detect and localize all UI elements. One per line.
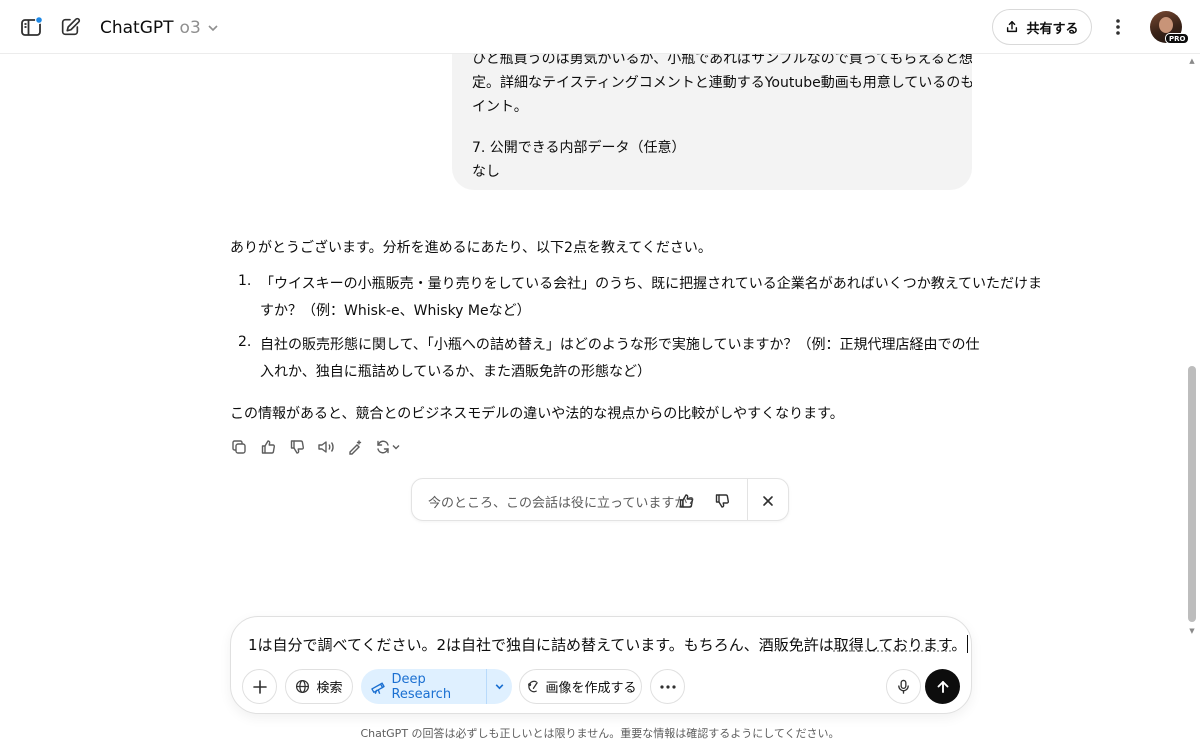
- chevron-down-icon: [208, 25, 218, 32]
- deep-research-label: Deep Research: [391, 671, 452, 702]
- microphone-icon: [898, 679, 909, 694]
- read-aloud-button[interactable]: [317, 437, 335, 457]
- scrollbar-thumb[interactable]: [1188, 366, 1196, 622]
- user-message-bubble: ひと瓶買うのは勇気がいるが、小瓶であればサンプルなので買ってもらえると想 定。詳…: [452, 30, 972, 190]
- list-item-line: すか？（例：Whisk-e、Whisky Meなど）: [260, 303, 531, 319]
- telescope-icon: [371, 681, 385, 694]
- pro-badge: PRO: [1165, 33, 1190, 44]
- chevron-down-icon: [392, 445, 400, 450]
- plus-icon: [252, 679, 267, 694]
- copy-icon: [232, 440, 246, 454]
- model-name: ChatGPT: [100, 18, 174, 38]
- thumbs-up-icon: [261, 440, 275, 454]
- close-icon: [763, 496, 773, 506]
- horizontal-dots-icon: [659, 684, 676, 689]
- create-image-button[interactable]: 画像を作成する: [519, 669, 642, 704]
- edit-icon: [61, 17, 81, 36]
- feedback-question: 今のところ、この会話は役に立っていますか？: [428, 496, 701, 511]
- model-selector[interactable]: ChatGPT o3: [100, 14, 219, 42]
- disclaimer: ChatGPT の回答は必ずしも正しいとは限りません。重要な情報は確認するように…: [360, 727, 840, 740]
- deep-research-toggle[interactable]: Deep Research: [361, 669, 512, 704]
- sidebar-icon: [21, 16, 43, 36]
- feedback-thumbs-up-button[interactable]: [675, 490, 697, 512]
- composer-text-after: 。: [951, 636, 967, 654]
- assistant-intro: ありがとうございます。分析を進めるにあたり、以下2点を教えてください。: [230, 240, 712, 256]
- speaker-icon: [318, 441, 334, 453]
- feedback-close-button[interactable]: [757, 490, 779, 512]
- thumbs-up-icon: [679, 494, 693, 508]
- model-version: o3: [179, 18, 201, 38]
- magic-pen-icon: [349, 440, 362, 455]
- vertical-dots-icon: [1116, 19, 1120, 35]
- user-message-line: 7. 公開できる内部データ（任意）: [472, 140, 686, 156]
- refresh-icon: [377, 440, 389, 454]
- add-attachment-button[interactable]: [242, 669, 277, 704]
- message-actions: [230, 437, 401, 457]
- bad-response-button[interactable]: [288, 437, 306, 457]
- copy-button[interactable]: [230, 437, 248, 457]
- search-label: 検索: [316, 681, 343, 696]
- assistant-outro: この情報があると、競合とのビジネスモデルの違いや法的な視点からの比較がしやすくな…: [230, 406, 844, 422]
- deep-research-button[interactable]: Deep Research: [361, 669, 486, 704]
- thumbs-down-icon: [715, 494, 729, 508]
- image-brush-icon: [528, 680, 539, 693]
- share-label: 共有する: [1026, 21, 1079, 37]
- list-item-line: 「ウイスキーの小瓶販売・量り売りをしている会社」のうち、既に把握されている企業名…: [260, 276, 1043, 292]
- scroll-down-arrow[interactable]: ▼: [1187, 626, 1197, 636]
- composer-input[interactable]: 1は自分で調べてください。2は自社で独自に詰め替えています。もちろん、酒販免許は…: [248, 634, 969, 655]
- list-item-number: 2.: [238, 334, 252, 350]
- chevron-down-icon: [495, 684, 504, 690]
- thumbs-down-icon: [290, 440, 304, 454]
- share-icon: [1007, 21, 1018, 33]
- feedback-prompt: 今のところ、この会話は役に立っていますか？: [411, 478, 789, 521]
- feedback-divider: [747, 479, 748, 520]
- share-button[interactable]: 共有する: [992, 9, 1092, 45]
- edit-canvas-button[interactable]: [346, 437, 364, 457]
- user-message-line: 定。詳細なテイスティングコメントと連動するYoutube動画も用意しているのもポ: [472, 75, 972, 91]
- list-item-line: 入れか、独自に瓶詰めしているか、また酒販免許の形態など）: [260, 364, 652, 380]
- good-response-button[interactable]: [259, 437, 277, 457]
- top-bar: ChatGPT o3 共有する PRO: [0, 0, 1200, 54]
- list-item-line: 自社の販売形態に関して、「小瓶への詰め替え」はどのような形で実施していますか？（…: [260, 337, 980, 353]
- deep-research-dropdown[interactable]: [487, 669, 512, 704]
- search-button[interactable]: 検索: [285, 669, 353, 704]
- more-tools-button[interactable]: [650, 669, 685, 704]
- regenerate-button[interactable]: [375, 437, 401, 457]
- more-options-button[interactable]: [1105, 14, 1131, 40]
- create-image-label: 画像を作成する: [545, 681, 637, 696]
- composer-text-before: 1は自分で調べてください。2は自社で独自に詰め替えています。もちろん、酒販免許は: [248, 636, 834, 654]
- scroll-up-arrow[interactable]: ▲: [1187, 56, 1197, 66]
- dictate-button[interactable]: [886, 669, 921, 704]
- new-chat-button[interactable]: [57, 14, 83, 40]
- arrow-up-icon: [937, 680, 948, 693]
- avatar[interactable]: PRO: [1150, 11, 1190, 44]
- user-message-line: イント。: [472, 99, 528, 115]
- avatar-face: [1159, 17, 1173, 33]
- text-caret: [967, 635, 969, 653]
- user-message-line: なし: [472, 164, 500, 180]
- sidebar-toggle-button[interactable]: [18, 14, 44, 40]
- send-button[interactable]: [925, 669, 960, 704]
- message-composer[interactable]: 1は自分で調べてください。2は自社で独自に詰め替えています。もちろん、酒販免許は…: [230, 616, 972, 714]
- composer-text-spellcheck: 取得しております: [833, 636, 952, 654]
- globe-icon: [296, 679, 310, 694]
- feedback-thumbs-down-button[interactable]: [711, 490, 733, 512]
- list-item-number: 1.: [238, 273, 252, 289]
